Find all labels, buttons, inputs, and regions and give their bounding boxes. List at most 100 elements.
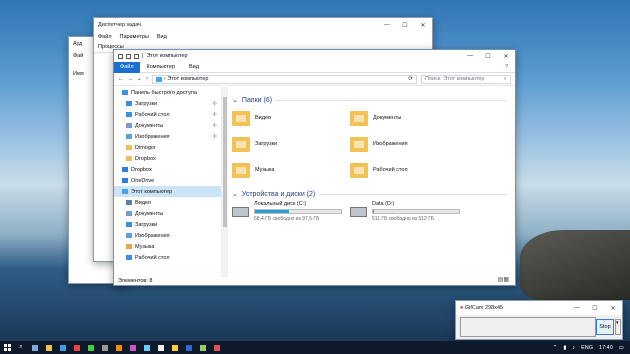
nav-item[interactable]: Рабочий стол (114, 252, 221, 263)
pin-icon[interactable]: ✢ (212, 101, 217, 107)
maximize-icon[interactable]: ☐ (586, 305, 604, 312)
drives-chevron-icon[interactable]: ⌄ (232, 190, 238, 198)
taskbar-app-icon[interactable] (114, 343, 124, 353)
nav-item[interactable]: Изображения ✢ (114, 131, 221, 142)
background-menu-file[interactable]: Фай (73, 53, 83, 59)
taskmgr-menu-options[interactable]: Параметры (120, 34, 149, 40)
ribbon-tab-computer[interactable]: Компьютер (140, 64, 182, 70)
desktop-icon (126, 255, 132, 260)
close-icon[interactable]: ✕ (414, 22, 432, 29)
folder-item[interactable]: Видео (232, 107, 350, 129)
tray-up-icon[interactable]: ⌃ (553, 345, 558, 351)
nav-item-label: Рабочий стол (135, 111, 170, 118)
drive-usage-bar (254, 209, 342, 214)
nav-item[interactable]: Dropbox (114, 153, 221, 164)
nav-item[interactable]: Музыка (114, 241, 221, 252)
taskbar-app-icon[interactable] (198, 343, 208, 353)
folder-icon (350, 162, 368, 178)
language-indicator[interactable]: ENG (581, 345, 593, 351)
clock[interactable]: 17:40 (599, 345, 613, 351)
folder-item[interactable]: Загрузки (232, 133, 350, 155)
forward-arrow-icon[interactable]: → (128, 76, 134, 82)
search-input[interactable]: Поиск: Этот компьютер ⌕ (421, 74, 511, 84)
nav-item[interactable]: Dropbox (114, 164, 221, 175)
folder-label: Документы (373, 115, 402, 121)
folder-item[interactable]: Рабочий стол (350, 159, 468, 181)
taskbar-app-icon[interactable] (44, 343, 54, 353)
documents-icon (126, 211, 132, 216)
search-icon: ⌕ (503, 75, 507, 82)
folder-item[interactable]: Изображения (350, 133, 468, 155)
refresh-icon[interactable]: ⟳ (408, 76, 416, 82)
nav-item[interactable]: Рабочий стол ✢ (114, 109, 221, 120)
stop-dropdown-icon[interactable]: ▾ (615, 319, 621, 335)
task-view-icon[interactable] (30, 343, 40, 353)
taskbar-app-icon[interactable] (86, 343, 96, 353)
taskbar-app-icon[interactable] (100, 343, 110, 353)
back-arrow-icon[interactable]: ← (118, 76, 124, 82)
folder-item[interactable]: Музыка (232, 159, 350, 181)
nav-scrollbar[interactable] (222, 87, 228, 277)
close-icon[interactable]: ✕ (497, 53, 515, 60)
notifications-icon[interactable]: ▭ (619, 345, 624, 351)
folders-chevron-icon[interactable]: ⌄ (232, 96, 238, 104)
pin-icon[interactable]: ✢ (212, 123, 217, 129)
properties-icon[interactable] (126, 53, 131, 59)
folder-item[interactable]: Документы (350, 107, 468, 129)
pin-icon[interactable]: ✢ (212, 134, 217, 140)
taskbar-app-icon[interactable] (58, 343, 68, 353)
pin-icon[interactable]: ✢ (212, 112, 217, 118)
taskmgr-menu-file[interactable]: Файл (98, 34, 112, 40)
nav-item[interactable]: Dimogor (114, 142, 221, 153)
taskbar-app-icon[interactable] (72, 343, 82, 353)
drive-item[interactable]: Data (D:) 511 ГБ свободно из 512 ГБ (350, 201, 468, 222)
nav-item[interactable]: Видео (114, 197, 221, 208)
stop-button[interactable]: Stop (596, 319, 614, 335)
drive-free-space: 58,4 ГБ свободно из 97,5 ГБ (254, 216, 320, 222)
taskmgr-title: Диспетчер задач (98, 22, 142, 28)
nav-item[interactable]: Панель быстрого доступа (114, 87, 221, 98)
minimize-icon[interactable]: — (378, 22, 396, 29)
rock-scenery (520, 230, 630, 300)
search-icon[interactable]: ⌕ (16, 343, 26, 353)
network-icon[interactable]: ▮ (563, 345, 566, 351)
view-toggle-icon[interactable]: ▤▦ (498, 276, 509, 283)
nav-item[interactable]: Документы ✢ (114, 120, 221, 131)
nav-item[interactable]: Документы (114, 208, 221, 219)
nav-item[interactable]: Изображения (114, 230, 221, 241)
close-icon[interactable]: ✕ (604, 305, 622, 312)
taskbar-app-icon[interactable] (212, 343, 222, 353)
drive-item[interactable]: Локальный диск (C:) 58,4 ГБ свободно из 9… (232, 201, 350, 222)
ribbon-tab-view[interactable]: Вид (182, 64, 206, 70)
star-icon (122, 90, 128, 95)
volume-icon[interactable]: ♪ (572, 345, 575, 351)
new-folder-icon[interactable] (134, 53, 139, 59)
maximize-icon[interactable]: ☐ (479, 53, 497, 60)
taskbar-app-icon[interactable] (128, 343, 138, 353)
explorer-window[interactable]: | Этот компьютер — ☐ ✕ Файл Компьютер Вид … (113, 49, 516, 286)
nav-item[interactable]: OneDrive (114, 175, 221, 186)
gifcam-window[interactable]: ● GifCam 298x45 — ☐ ✕ Stop ▾ (455, 300, 623, 340)
video-icon (126, 200, 132, 205)
taskmgr-menu-view[interactable]: Вид (157, 34, 167, 40)
address-bar[interactable]: › Этот компьютер ⟳ (152, 74, 417, 84)
taskbar-app-icon[interactable] (156, 343, 166, 353)
minimize-icon[interactable]: — (568, 305, 586, 312)
nav-item[interactable]: Загрузки ✢ (114, 98, 221, 109)
navigation-pane[interactable]: Панель быстрого доступа Загрузки ✢ Рабочий … (114, 87, 222, 277)
gifcam-capture-frame[interactable] (460, 317, 596, 337)
help-icon[interactable]: ? (498, 64, 515, 70)
nav-item[interactable]: Загрузки (114, 219, 221, 230)
nav-item-label: Изображения (135, 133, 170, 140)
maximize-icon[interactable]: ☐ (396, 22, 414, 29)
taskbar-app-icon[interactable] (170, 343, 180, 353)
up-arrow-icon[interactable]: ↑ (146, 76, 149, 82)
minimize-icon[interactable]: — (461, 53, 479, 60)
nav-item[interactable]: Этот компьютер (114, 186, 221, 197)
start-button[interactable] (2, 343, 12, 353)
chevron-down-icon[interactable]: ⌄ (137, 76, 142, 82)
taskbar-app-icon[interactable] (184, 343, 194, 353)
drive-icon (350, 206, 367, 217)
taskbar-app-icon[interactable] (142, 343, 152, 353)
ribbon-tab-file[interactable]: Файл (114, 61, 140, 73)
